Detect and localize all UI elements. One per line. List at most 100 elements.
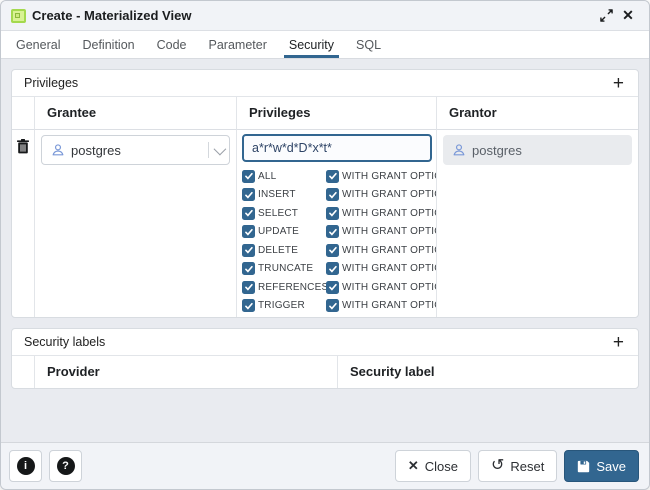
tab-parameter[interactable]: Parameter [198,31,278,58]
tab-code[interactable]: Code [146,31,198,58]
privilege-row-select: SELECT WITH GRANT OPTION [242,204,436,223]
checkbox-truncate[interactable] [242,262,255,275]
select-separator [208,142,209,158]
user-icon [452,143,466,157]
checkbox-all[interactable] [242,170,255,183]
tab-general[interactable]: General [5,31,71,58]
checkbox-trigger[interactable] [242,299,255,312]
tabbar: General Definition Code Parameter Securi… [1,31,649,59]
privilege-row-delete: DELETE WITH GRANT OPTION [242,241,436,260]
checkbox-select-grant-option[interactable] [326,207,339,220]
privileges-cell: ALL WITH GRANT OPTION INSERT [237,130,437,317]
privilege-checkbox-list: ALL WITH GRANT OPTION INSERT [242,167,436,315]
delete-row-button[interactable] [17,139,29,157]
grant-option-label: WITH GRANT OPTION [342,245,437,256]
column-header-security-label: Security label [338,356,638,388]
reset-button[interactable]: ↺ Reset [478,450,557,482]
privilege-label: TRIGGER [258,300,305,311]
grant-option-label: WITH GRANT OPTION [342,171,437,182]
privilege-row-update: UPDATE WITH GRANT OPTION [242,223,436,242]
tab-security[interactable]: Security [278,31,345,58]
column-header-grantor: Grantor [437,97,638,130]
checkbox-update[interactable] [242,225,255,238]
privilege-row-trigger: TRIGGER WITH GRANT OPTION [242,297,436,316]
checkbox-trigger-grant-option[interactable] [326,299,339,312]
checkbox-select[interactable] [242,207,255,220]
privileges-grid: Grantee Privileges Grantor [12,97,638,317]
privilege-row-insert: INSERT WITH GRANT OPTION [242,186,436,205]
privilege-label: UPDATE [258,226,299,237]
reset-button-label: Reset [510,459,544,474]
close-button[interactable]: ✕ [617,5,639,27]
info-icon: i [17,457,35,475]
info-button[interactable]: i [9,450,42,482]
materialized-view-icon [11,9,26,23]
chevron-down-icon [214,142,227,155]
grant-option-label: WITH GRANT OPTION [342,300,437,311]
column-header-actions [12,356,35,388]
security-labels-section-header: Security labels + [12,329,638,356]
grant-option-label: WITH GRANT OPTION [342,189,437,200]
privilege-label: ALL [258,171,276,182]
security-labels-grid: Provider Security label [12,356,638,388]
help-icon: ? [57,457,75,475]
privileges-section: Privileges + Grantee Privileges Grantor [11,69,639,318]
close-icon: ✕ [408,458,419,474]
expand-icon [600,9,613,22]
close-icon: ✕ [622,7,634,24]
help-button[interactable]: ? [49,450,82,482]
checkbox-references-grant-option[interactable] [326,281,339,294]
grantee-select[interactable]: postgres [41,135,230,165]
privilege-label: SELECT [258,208,298,219]
privileges-section-title: Privileges [24,76,78,90]
checkbox-delete[interactable] [242,244,255,257]
column-header-grantee: Grantee [35,97,237,130]
checkbox-update-grant-option[interactable] [326,225,339,238]
privilege-label: REFERENCES [258,282,328,293]
tab-sql[interactable]: SQL [345,31,392,58]
save-button[interactable]: Save [564,450,639,482]
grant-option-label: WITH GRANT OPTION [342,226,437,237]
privileges-section-header: Privileges + [12,70,638,97]
column-header-actions [12,97,35,130]
dialog-footer: i ? ✕ Close ↺ Reset Save [1,442,649,489]
create-materialized-view-dialog: Create - Materialized View ✕ General Def… [0,0,650,490]
checkbox-all-grant-option[interactable] [326,170,339,183]
privilege-label: DELETE [258,245,298,256]
reset-icon: ↺ [491,458,504,474]
column-header-privileges: Privileges [237,97,437,130]
grant-option-label: WITH GRANT OPTION [342,208,437,219]
privilege-row-references: REFERENCES WITH GRANT OPTION [242,278,436,297]
privileges-string-input[interactable] [242,134,432,162]
tab-definition[interactable]: Definition [71,31,145,58]
add-security-label-button[interactable]: + [611,333,626,352]
checkbox-insert[interactable] [242,188,255,201]
checkbox-insert-grant-option[interactable] [326,188,339,201]
security-tab-panel: Privileges + Grantee Privileges Grantor [1,59,649,442]
security-labels-section: Security labels + Provider Security labe… [11,328,639,389]
expand-button[interactable] [595,5,617,27]
grantee-value: postgres [71,143,203,158]
close-dialog-button[interactable]: ✕ Close [395,450,471,482]
grantor-readonly-field: postgres [443,135,632,165]
privilege-label: TRUNCATE [258,263,313,274]
grantor-cell: postgres [437,130,638,317]
close-button-label: Close [425,459,458,474]
save-button-label: Save [596,459,626,474]
grant-option-label: WITH GRANT OPTION [342,263,437,274]
column-header-provider: Provider [35,356,338,388]
grant-option-label: WITH GRANT OPTION [342,282,437,293]
checkbox-truncate-grant-option[interactable] [326,262,339,275]
checkbox-references[interactable] [242,281,255,294]
grantee-cell: postgres [35,130,237,317]
privilege-row-all: ALL WITH GRANT OPTION [242,167,436,186]
add-privilege-button[interactable]: + [611,74,626,93]
titlebar: Create - Materialized View ✕ [1,1,649,31]
grantor-value: postgres [472,143,522,158]
security-labels-section-title: Security labels [24,335,105,349]
trash-icon [17,139,29,154]
checkbox-delete-grant-option[interactable] [326,244,339,257]
privilege-label: INSERT [258,189,296,200]
user-icon [51,143,65,157]
dialog-title: Create - Materialized View [32,8,191,23]
